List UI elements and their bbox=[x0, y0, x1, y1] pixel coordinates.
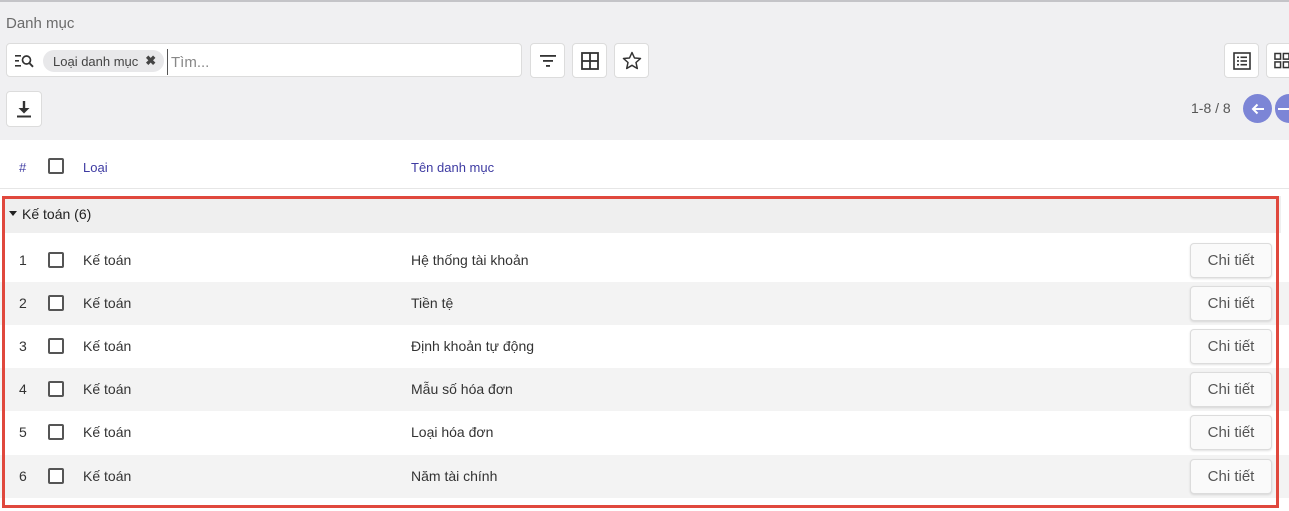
detail-button[interactable]: Chi tiết bbox=[1190, 286, 1272, 321]
row-type: Kế toán bbox=[83, 381, 132, 397]
list-view-button[interactable] bbox=[1224, 43, 1259, 78]
detail-button[interactable]: Chi tiết bbox=[1190, 329, 1272, 364]
row-number: 2 bbox=[19, 295, 27, 311]
row-name: Hệ thống tài khoản bbox=[411, 252, 529, 268]
row-checkbox[interactable] bbox=[48, 468, 64, 484]
top-border bbox=[0, 0, 1289, 2]
group-label: Kế toán (6) bbox=[22, 206, 92, 222]
pager-previous-button[interactable] bbox=[1243, 94, 1272, 123]
kanban-view-button[interactable] bbox=[1266, 43, 1289, 78]
table-row[interactable]: 2 Kế toán Tiền tệ Chi tiết bbox=[0, 282, 1289, 325]
row-number: 1 bbox=[19, 252, 27, 268]
detail-button[interactable]: Chi tiết bbox=[1190, 415, 1272, 450]
row-number: 3 bbox=[19, 338, 27, 354]
row-name: Mẫu số hóa đơn bbox=[411, 381, 513, 397]
table-row[interactable]: 5 Kế toán Loại hóa đơn Chi tiết bbox=[0, 411, 1289, 454]
filter-button[interactable] bbox=[530, 43, 565, 78]
row-name: Loại hóa đơn bbox=[411, 424, 494, 440]
favorite-button[interactable] bbox=[614, 43, 649, 78]
pager-range: 1-8 / 8 bbox=[1191, 100, 1231, 116]
row-checkbox[interactable] bbox=[48, 252, 64, 268]
row-number: 6 bbox=[19, 468, 27, 484]
search-icon bbox=[15, 53, 35, 69]
filter-icon bbox=[539, 54, 556, 67]
category-table: # Loại Tên danh mục Kế toán (6) 1 Kế toá… bbox=[0, 140, 1289, 511]
row-name: Định khoản tự động bbox=[411, 338, 535, 354]
row-checkbox[interactable] bbox=[48, 338, 64, 354]
detail-button[interactable]: Chi tiết bbox=[1190, 243, 1272, 278]
search-input[interactable] bbox=[167, 49, 513, 75]
row-name: Tiền tệ bbox=[411, 295, 454, 311]
row-number: 5 bbox=[19, 424, 27, 440]
table-row[interactable]: 1 Kế toán Hệ thống tài khoản Chi tiết bbox=[0, 239, 1289, 282]
row-checkbox[interactable] bbox=[48, 381, 64, 397]
kanban-view-icon bbox=[1274, 52, 1289, 68]
table-header: # Loại Tên danh mục bbox=[0, 140, 1289, 189]
detail-button[interactable]: Chi tiết bbox=[1190, 372, 1272, 407]
facet-label: Loại danh mục bbox=[53, 53, 139, 69]
row-type: Kế toán bbox=[83, 424, 132, 440]
row-type: Kế toán bbox=[83, 295, 132, 311]
arrow-right-icon bbox=[1278, 107, 1289, 110]
group-by-button[interactable] bbox=[572, 43, 607, 78]
column-header-index: # bbox=[19, 160, 27, 175]
row-type: Kế toán bbox=[83, 338, 132, 354]
page-title: Danh mục bbox=[6, 15, 75, 32]
group-row[interactable]: Kế toán (6) bbox=[2, 196, 1281, 233]
favorite-star-icon bbox=[622, 51, 641, 70]
row-type: Kế toán bbox=[83, 468, 132, 484]
row-name: Năm tài chính bbox=[411, 468, 498, 484]
download-button[interactable] bbox=[6, 91, 42, 127]
list-view-icon bbox=[1232, 51, 1251, 70]
group-by-icon bbox=[580, 51, 599, 70]
search-box[interactable]: Loại danh mục ✖ bbox=[6, 43, 522, 77]
row-checkbox[interactable] bbox=[48, 295, 64, 311]
row-type: Kế toán bbox=[83, 252, 132, 268]
table-row[interactable]: 6 Kế toán Năm tài chính Chi tiết bbox=[0, 455, 1289, 498]
facet-chip[interactable]: Loại danh mục ✖ bbox=[43, 50, 165, 72]
arrow-left-icon bbox=[1251, 103, 1264, 114]
column-header-type[interactable]: Loại bbox=[83, 160, 108, 175]
select-all-checkbox[interactable] bbox=[48, 158, 64, 174]
facet-remove-icon[interactable]: ✖ bbox=[145, 53, 156, 69]
download-icon bbox=[17, 101, 31, 118]
row-number: 4 bbox=[19, 381, 27, 397]
caret-down-icon bbox=[9, 211, 17, 216]
pager-next-button[interactable] bbox=[1275, 94, 1289, 123]
table-row[interactable]: 4 Kế toán Mẫu số hóa đơn Chi tiết bbox=[0, 368, 1289, 411]
row-checkbox[interactable] bbox=[48, 424, 64, 440]
column-header-name[interactable]: Tên danh mục bbox=[411, 160, 494, 175]
detail-button[interactable]: Chi tiết bbox=[1190, 459, 1272, 494]
table-row[interactable]: 3 Kế toán Định khoản tự động Chi tiết bbox=[0, 325, 1289, 368]
